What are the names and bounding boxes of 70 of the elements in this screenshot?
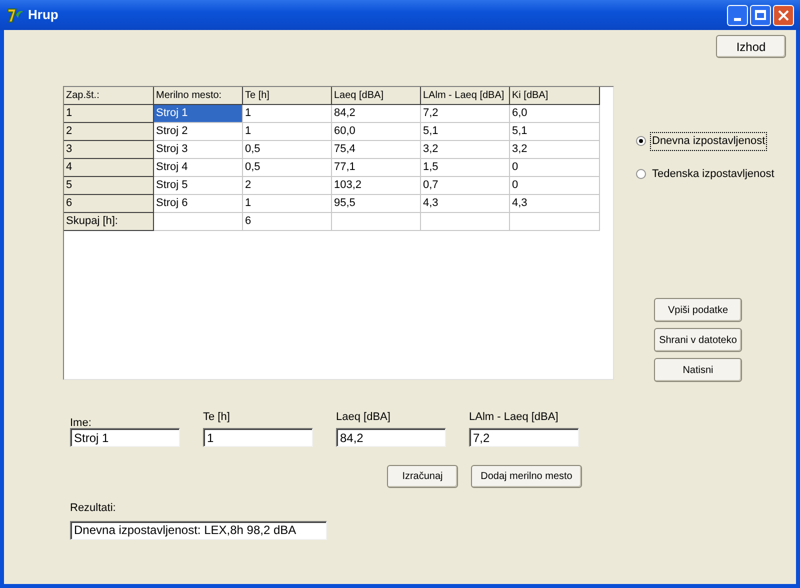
table-cell: Stroj 6 xyxy=(154,195,243,213)
table-cell: Stroj 2 xyxy=(154,123,243,141)
column-header: LAlm - Laeq [dBA] xyxy=(421,87,510,105)
table-cell: Stroj 3 xyxy=(154,141,243,159)
results-label: Rezultati: xyxy=(70,501,117,516)
action-button[interactable]: Izračunaj xyxy=(387,465,458,488)
input-field[interactable]: 7,2 xyxy=(469,428,579,447)
maximize-button[interactable] xyxy=(750,4,771,26)
radio-label[interactable]: Tedenska izpostavljenost xyxy=(650,164,776,183)
field-label: LAlm - Laeq [dBA] xyxy=(469,410,560,425)
app-icon xyxy=(6,6,24,24)
input-field[interactable]: 84,2 xyxy=(336,428,446,447)
table-cell: 0,7 xyxy=(421,177,510,195)
column-header: Laeq [dBA] xyxy=(332,87,421,105)
column-header: Te [h] xyxy=(243,87,332,105)
column-header: Zap.št.: xyxy=(64,87,154,105)
table-cell: 6 xyxy=(243,213,332,231)
table-cell: 77,1 xyxy=(332,159,421,177)
table-cell: 2 xyxy=(243,177,332,195)
exit-button[interactable]: Izhod xyxy=(716,35,786,58)
table-cell: 103,2 xyxy=(332,177,421,195)
action-button[interactable]: Shrani v datoteko xyxy=(654,328,742,352)
table-cell: 84,2 xyxy=(332,105,421,123)
table-cell: 5,1 xyxy=(421,123,510,141)
row-header: 6 xyxy=(64,195,154,213)
radio-button[interactable] xyxy=(636,168,646,179)
row-header: 1 xyxy=(64,105,154,123)
table-cell: 75,4 xyxy=(332,141,421,159)
table-cell: 5,1 xyxy=(510,123,600,141)
table-cell: 0 xyxy=(510,159,600,177)
table-cell: 4,3 xyxy=(510,195,600,213)
table-cell: 6,0 xyxy=(510,105,600,123)
radio-label[interactable]: Dnevna izpostavljenost xyxy=(650,132,768,150)
row-header: 4 xyxy=(64,159,154,177)
column-header: Ki [dBA] xyxy=(510,87,600,105)
action-button[interactable]: Natisni xyxy=(654,358,742,382)
table-cell: Stroj 4 xyxy=(154,159,243,177)
close-icon xyxy=(778,10,789,20)
row-header: 5 xyxy=(64,177,154,195)
table-cell: 1 xyxy=(243,105,332,123)
table-cell: 1,5 xyxy=(421,159,510,177)
table-cell: 4,3 xyxy=(421,195,510,213)
column-header: Merilno mesto: xyxy=(154,87,243,105)
table-cell: 0,5 xyxy=(243,159,332,177)
close-button[interactable] xyxy=(773,4,794,26)
field-label: Ime: xyxy=(70,416,92,428)
table-cell: 1 xyxy=(243,123,332,141)
radio-button[interactable] xyxy=(636,136,646,146)
table-cell: 3,2 xyxy=(421,141,510,159)
table-cell: 0,5 xyxy=(243,141,332,159)
table-cell: Stroj 5 xyxy=(154,177,243,195)
window-title: Hrup xyxy=(28,6,58,24)
row-header: 3 xyxy=(64,141,154,159)
input-field[interactable]: Stroj 1 xyxy=(70,428,180,447)
table-cell: Stroj 1 xyxy=(154,105,243,123)
row-header: Skupaj [h]: xyxy=(64,213,154,231)
table-cell: 95,5 xyxy=(332,195,421,213)
table-cell: 60,0 xyxy=(332,123,421,141)
table-cell: 7,2 xyxy=(421,105,510,123)
field-label: Laeq [dBA] xyxy=(336,410,392,425)
action-button[interactable]: Vpiši podatke xyxy=(654,298,742,322)
table-cell: 3,2 xyxy=(510,141,600,159)
row-header: 2 xyxy=(64,123,154,141)
minimize-button[interactable] xyxy=(727,4,748,26)
results-field[interactable]: Dnevna izpostavljenost: LEX,8h 98,2 dBA xyxy=(70,520,327,540)
input-field[interactable]: 1 xyxy=(203,428,313,447)
field-label: Te [h] xyxy=(203,410,231,425)
table-cell: 0 xyxy=(510,177,600,195)
table-cell: 1 xyxy=(243,195,332,213)
action-button[interactable]: Dodaj merilno mesto xyxy=(471,465,582,488)
